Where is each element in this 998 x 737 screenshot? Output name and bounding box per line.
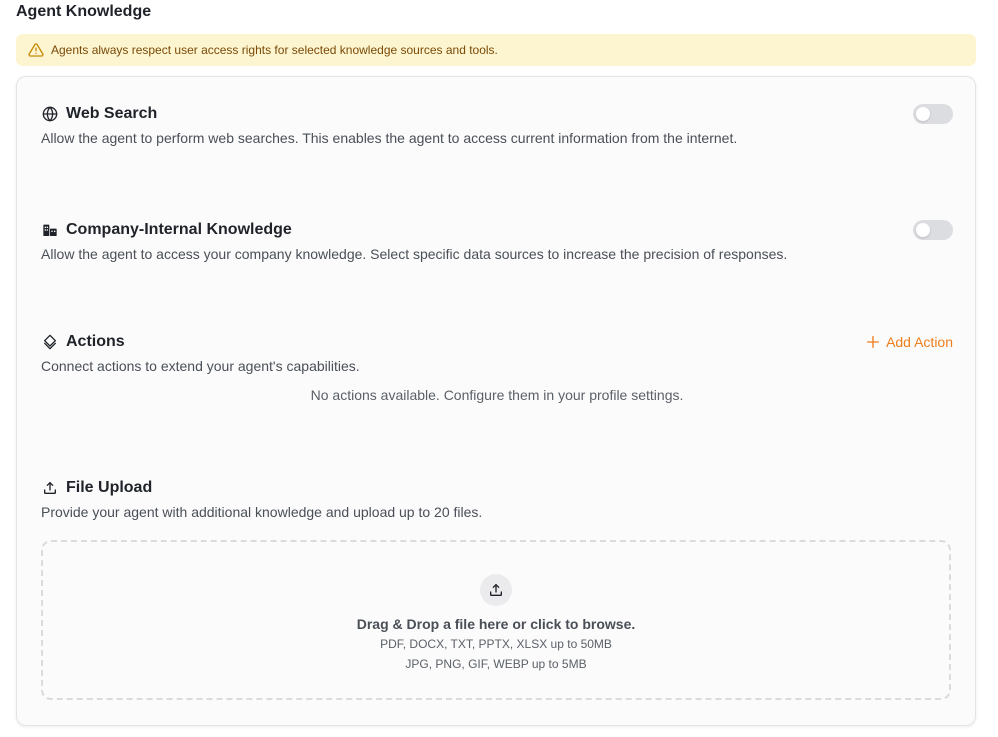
knowledge-card: Web Search Allow the agent to perform we…	[16, 76, 976, 726]
file-upload-title: File Upload	[66, 479, 153, 496]
web-search-section: Web Search Allow the agent to perform we…	[41, 102, 953, 146]
layers-icon	[41, 333, 59, 351]
buildings-icon	[41, 221, 59, 239]
upload-icon	[41, 479, 59, 497]
company-knowledge-title: Company-Internal Knowledge	[66, 221, 292, 238]
actions-section: Actions Connect actions to extend your a…	[41, 330, 953, 403]
actions-description: Connect actions to extend your agent's c…	[41, 358, 360, 374]
dropzone-main-text: Drag & Drop a file here or click to brow…	[356, 616, 636, 632]
company-knowledge-section: Company-Internal Knowledge Allow the age…	[41, 218, 953, 262]
dropzone-images-limit: JPG, PNG, GIF, WEBP up to 5MB	[405, 657, 587, 671]
file-upload-description: Provide your agent with additional knowl…	[41, 504, 483, 520]
add-action-label: Add Action	[886, 334, 953, 350]
actions-header: Actions	[41, 330, 953, 354]
file-upload-section: File Upload Provide your agent with addi…	[41, 476, 953, 520]
web-search-toggle[interactable]	[913, 104, 953, 124]
globe-icon	[41, 105, 59, 123]
toggle-knob	[916, 223, 930, 237]
web-search-description: Allow the agent to perform web searches.…	[41, 130, 738, 146]
warning-triangle-icon	[28, 43, 44, 57]
company-knowledge-description: Allow the agent to access your company k…	[41, 246, 788, 262]
dropzone-upload-icon	[480, 574, 512, 606]
file-upload-header: File Upload	[41, 476, 953, 500]
toggle-knob	[916, 107, 930, 121]
access-warning-banner: Agents always respect user access rights…	[16, 34, 976, 66]
add-action-button[interactable]: Add Action	[865, 332, 953, 352]
company-knowledge-toggle[interactable]	[913, 220, 953, 240]
actions-empty-note: No actions available. Configure them in …	[310, 387, 684, 403]
web-search-header: Web Search	[41, 102, 953, 126]
page-title: Agent Knowledge	[16, 3, 152, 20]
web-search-title: Web Search	[66, 105, 158, 122]
actions-title: Actions	[66, 333, 125, 350]
company-knowledge-header: Company-Internal Knowledge	[41, 218, 953, 242]
plus-icon	[867, 336, 880, 348]
dropzone-docs-limit: PDF, DOCX, TXT, PPTX, XLSX up to 50MB	[380, 637, 612, 651]
file-dropzone[interactable]: Drag & Drop a file here or click to brow…	[41, 540, 951, 700]
warning-text: Agents always respect user access rights…	[51, 43, 498, 57]
